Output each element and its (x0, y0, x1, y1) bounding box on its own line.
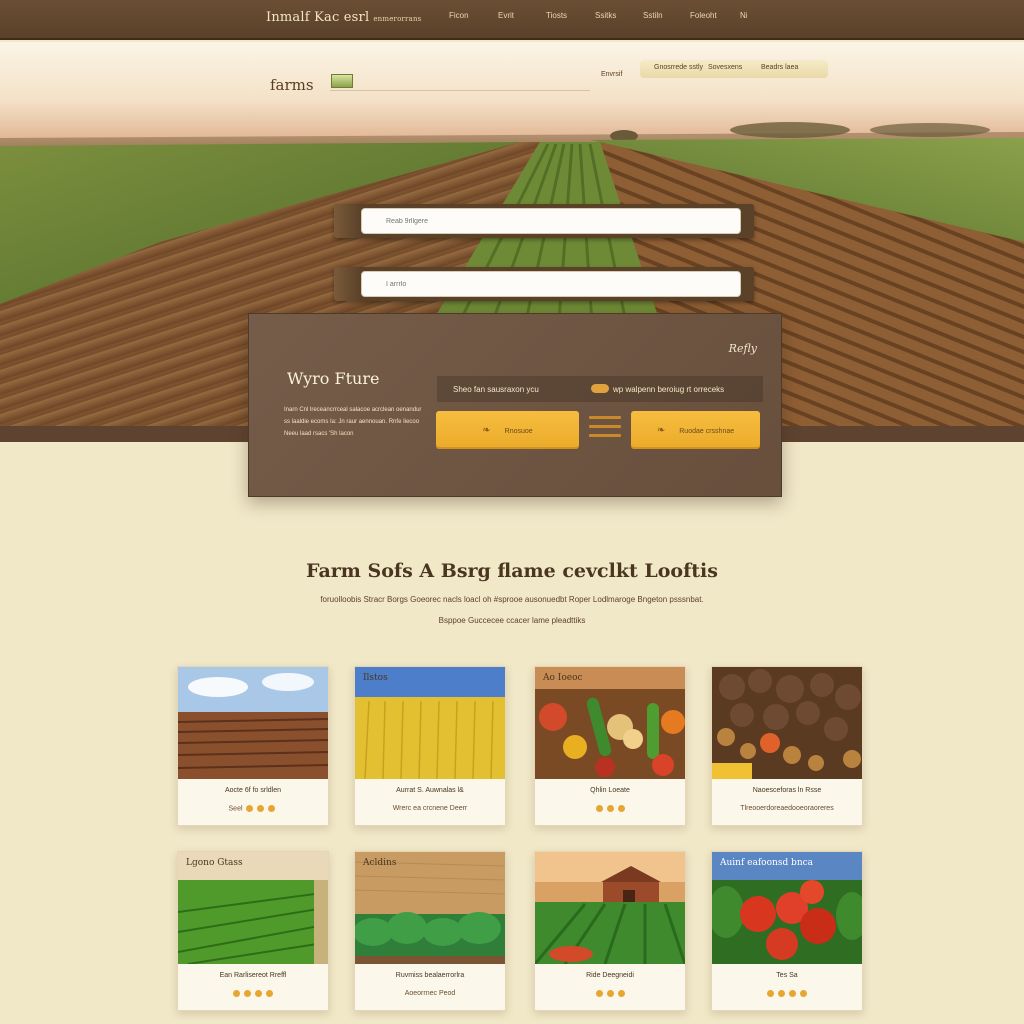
nav-item-3[interactable]: Tiosts (546, 11, 567, 20)
primary-cta-label: Rnosuoe (504, 427, 533, 435)
rating-dot-icon (595, 805, 603, 812)
secondary-cta-button[interactable]: ❧ Ruodae crsshnae (631, 411, 760, 449)
product-card-leafy-greens[interactable]: Acldins Ruvmiss bealaerrorlra Aoeorrnec … (354, 851, 506, 1011)
rating-dot-icon (268, 805, 276, 812)
card-meta (712, 990, 862, 997)
divider-stack-icon (589, 410, 621, 450)
basket-icon (591, 384, 609, 393)
rating-dot-icon (233, 990, 240, 997)
wheat-field-image (355, 667, 505, 779)
rating-dot-icon (606, 805, 614, 812)
secondary-cta-label: Ruodae crsshnae (679, 427, 735, 435)
feature-description: Inarn Cnl lreceancrrceal salacoe acrclea… (284, 407, 422, 437)
nav-item-5[interactable]: Sstiln (643, 11, 663, 20)
rating-dot-icon (617, 990, 625, 997)
nav-item-6[interactable]: Foleoht (690, 11, 717, 20)
card-meta (535, 990, 685, 997)
leafy-greens-image (355, 852, 505, 964)
product-card-tomatoes[interactable]: Auinf eafoonsd bnca Tes Sa (711, 851, 863, 1011)
leaf-icon: ❧ (482, 424, 491, 436)
rating-dot-icon (595, 990, 603, 997)
nav-item-4[interactable]: Ssitks (595, 11, 616, 20)
product-card-vegetables[interactable]: Ao Ioeoc Qhlin Loeate (534, 666, 686, 826)
card-image-label: Lgono Gtass (186, 858, 243, 868)
section-title: Farm Sofs A Bsrg flame cevclkt Looftis (306, 560, 718, 582)
card-caption: Tes Sa (776, 972, 798, 979)
farms-logo[interactable]: farms (270, 76, 314, 94)
subnav-pill-link-3[interactable]: Beadrs laea (761, 64, 798, 71)
nav-item-7[interactable]: Ni (740, 11, 748, 20)
card-caption: Aurrat S. Auwnalas l& (396, 787, 464, 794)
rating-dot-icon (767, 990, 774, 997)
primary-search-bar (334, 204, 754, 238)
card-image-label: Ilstos (363, 673, 388, 683)
plowed-field-image (178, 667, 328, 779)
section-subtitle-line-2: Bsppoe Guccecee ccacer lame pleadttiks (438, 616, 586, 625)
barn-garden-image (535, 852, 685, 964)
rating-dot-icon (246, 805, 254, 812)
subnav-pill-link-1[interactable]: Gnosrrede sstly (654, 64, 703, 71)
feature-prompt-right: wp walpenn beroiug rt orreceks (613, 385, 725, 394)
green-crops-image (178, 852, 328, 964)
card-image-label: Auinf eafoonsd bnca (720, 858, 814, 868)
sub-header: farms Envrsif Gnosrrede sstly Sovesxens … (0, 42, 1024, 132)
search-right-tab (742, 204, 754, 238)
search-right-tab (742, 267, 754, 301)
primary-search-input[interactable] (361, 208, 741, 234)
feature-card: Refly Wyro Fture Inarn Cnl lreceancrrcea… (248, 313, 782, 497)
product-card-barn-garden[interactable]: Ride Deegneidi (534, 851, 686, 1011)
rating-dot-icon (266, 990, 273, 997)
card-meta (535, 805, 685, 812)
vegetables-image (535, 667, 685, 779)
rating-dot-icon (617, 805, 625, 812)
rating-dot-icon (606, 990, 614, 997)
card-image-label: Ao Ioeoc (543, 673, 583, 683)
leaf-icon: ❧ (656, 424, 666, 436)
product-card-wheat-field[interactable]: Ilstos Aurrat S. Auwnalas l& Wrerc ea cr… (354, 666, 506, 826)
card-image-label: Acldins (363, 858, 397, 868)
feature-title: Wyro Fture (287, 369, 380, 388)
nuts-image (712, 667, 862, 779)
card-caption: Ean Rarlisereot Rreffl (219, 972, 287, 979)
card-meta-text: Seel (228, 805, 243, 813)
card-caption: Qhlin Loeate (590, 787, 630, 794)
rating-dot-icon (257, 805, 265, 812)
subnav-pill-link-2[interactable]: Sovesxens (708, 64, 742, 71)
feature-tag: Refly (728, 342, 757, 355)
product-card-green-crops[interactable]: Lgono Gtass Ean Rarlisereot Rreffl (177, 851, 329, 1011)
card-meta: Tlreooerdoreaedooeoraoreres (740, 805, 834, 812)
top-nav-bar: Inmalf Kac esrl enmerorrans Ficon Evrit T… (0, 0, 1024, 40)
card-caption: Naoesceforas ln Rsse (752, 787, 822, 794)
secondary-search-input[interactable] (361, 271, 741, 297)
feature-prompt: Sheo fan sausraxon ycu wp walpenn beroiu… (437, 376, 763, 402)
main-nav: Ficon Evrit Tiosts Ssitks Sstiln Foleoht… (0, 11, 1024, 25)
primary-cta-button[interactable]: ❧ Rnosuoe (436, 411, 579, 449)
search-left-tab (334, 267, 361, 301)
card-meta: Wrerc ea crcnene Deerr (392, 805, 468, 812)
feature-prompt-left: Sheo fan sausraxon ycu (453, 385, 539, 394)
card-meta (178, 990, 328, 997)
rating-dot-icon (789, 990, 796, 997)
header-divider (330, 90, 590, 91)
nav-item-2[interactable]: Evrit (498, 11, 514, 20)
rating-dot-icon (244, 990, 251, 997)
product-card-plowed-field[interactable]: Aocte 6f fo srldlen Seel (177, 666, 329, 826)
subnav-link[interactable]: Envrsif (601, 71, 622, 78)
tomatoes-image (712, 852, 862, 964)
rating-dot-icon (778, 990, 785, 997)
card-caption: Ride Deegneidi (586, 972, 634, 979)
card-caption: Aocte 6f fo srldlen (224, 787, 282, 794)
subnav-pill: Gnosrrede sstly Sovesxens Beadrs laea (640, 60, 828, 78)
card-meta: Seel (178, 805, 328, 812)
search-left-tab (334, 204, 361, 238)
section-subtitle-line-1: foruolloobis Stracr Borgs Goeorec nacls … (320, 595, 704, 604)
secondary-search-bar (334, 267, 754, 301)
card-meta: Aoeorrnec Peod (404, 990, 456, 997)
nav-item-1[interactable]: Ficon (449, 11, 469, 20)
card-caption: Ruvmiss bealaerrorlra (395, 972, 465, 979)
rating-dot-icon (800, 990, 807, 997)
farm-logo-icon (331, 74, 353, 88)
product-card-nuts[interactable]: Naoesceforas ln Rsse Tlreooerdoreaedooeo… (711, 666, 863, 826)
rating-dot-icon (255, 990, 262, 997)
